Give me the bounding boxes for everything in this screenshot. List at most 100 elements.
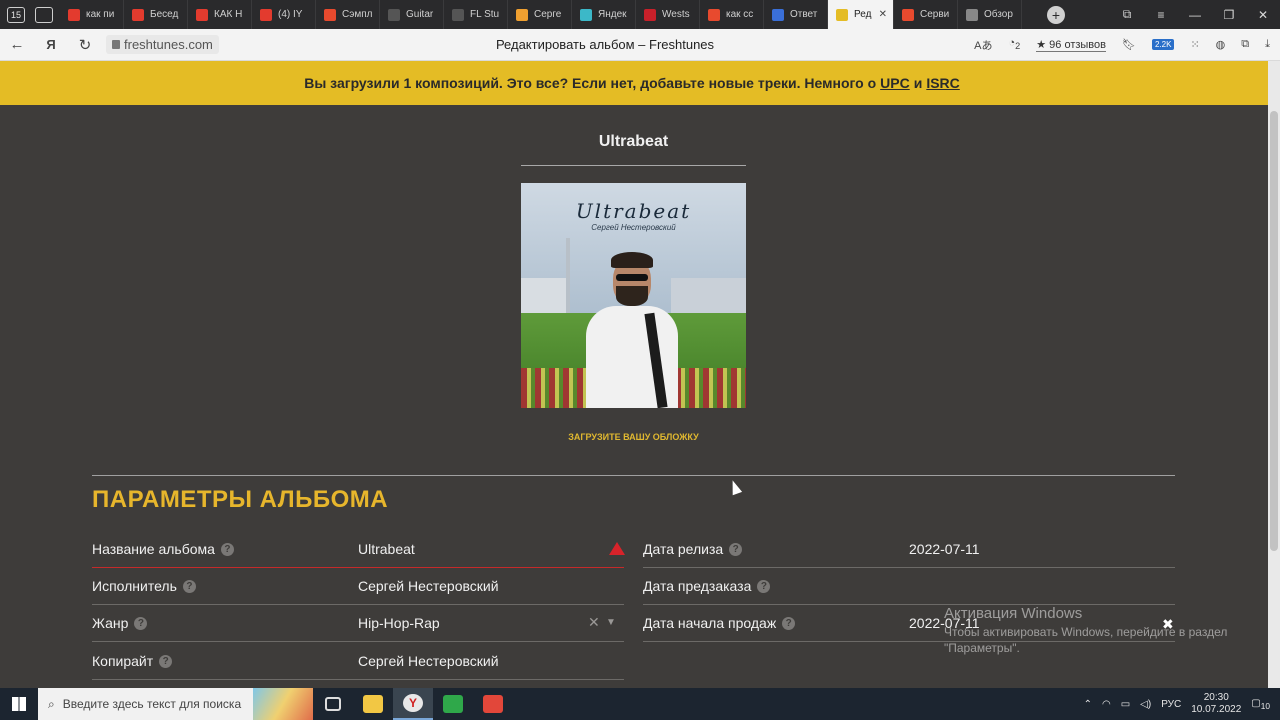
section-divider: [92, 475, 1175, 476]
help-icon[interactable]: ?: [159, 654, 173, 668]
album-name-label: Название альбома: [92, 541, 215, 557]
activation-body: Чтобы активировать Windows, перейдите в …: [944, 625, 1228, 655]
browser-tab[interactable]: Бесед: [124, 0, 188, 29]
windows-logo-icon: [12, 697, 26, 711]
close-tab-icon[interactable]: ✕: [879, 9, 887, 20]
browser-tab[interactable]: как сс: [700, 0, 764, 29]
browser-tab[interactable]: Серви: [894, 0, 958, 29]
reload-button[interactable]: ↻: [68, 36, 102, 54]
scrollbar-thumb[interactable]: [1270, 111, 1278, 551]
globe-icon[interactable]: ◍: [1216, 38, 1226, 51]
volume-icon[interactable]: ◁): [1140, 699, 1151, 710]
copyright-input[interactable]: Сергей Нестеровский: [358, 653, 499, 669]
browser-tab[interactable]: Обзор: [958, 0, 1022, 29]
close-icon[interactable]: ✖: [1162, 616, 1174, 633]
notifications-icon[interactable]: ▢10: [1251, 698, 1270, 711]
browser-tab[interactable]: Яндек: [572, 0, 636, 29]
camtasia-red-icon[interactable]: [473, 688, 513, 720]
album-cover-image[interactable]: Ultrabeat Сергей Нестеровский: [521, 183, 746, 408]
release-date-row: Дата релиза? 2022-07-11: [643, 531, 1175, 568]
download-icon[interactable]: ⤓: [1265, 38, 1270, 51]
tab-counter-button[interactable]: 15: [4, 4, 28, 26]
close-window-button[interactable]: ✕: [1246, 8, 1280, 22]
windows-activation-watermark: Активация Windows Чтобы активировать Win…: [944, 605, 1244, 656]
artist-input[interactable]: Сергей Нестеровский: [358, 578, 499, 594]
task-view-icon[interactable]: [313, 688, 353, 720]
help-icon[interactable]: ?: [134, 616, 148, 630]
tab-favicon-icon: [452, 8, 464, 21]
tab-favicon-icon: [902, 8, 914, 21]
taskbar-search[interactable]: ⌕ Введите здесь текст для поиска: [38, 688, 313, 720]
release-date-input[interactable]: 2022-07-11: [909, 541, 980, 557]
help-icon[interactable]: ?: [220, 542, 234, 556]
upload-cover-link[interactable]: ЗАГРУЗИТЕ ВАШУ ОБЛОЖКУ: [521, 432, 746, 442]
extension-icon[interactable]: ◔2: [1008, 37, 1020, 51]
url-field[interactable]: freshtunes.com: [106, 35, 219, 54]
language-indicator[interactable]: РУС: [1161, 699, 1181, 710]
tab-label: Яндек: [598, 9, 627, 20]
camtasia-green-icon[interactable]: [433, 688, 473, 720]
apps-grid-icon[interactable]: ⁙: [1190, 38, 1199, 51]
clear-icon[interactable]: ✕: [588, 614, 600, 631]
tab-label: Серви: [920, 9, 950, 20]
battery-icon[interactable]: ▭: [1121, 699, 1130, 710]
tabs-menu-icon[interactable]: ⧉: [1110, 7, 1144, 22]
genre-select[interactable]: Hip-Hop-Rap: [358, 615, 440, 631]
browser-tab[interactable]: Сэмпл: [316, 0, 380, 29]
help-icon[interactable]: ?: [757, 579, 771, 593]
browser-tab[interactable]: как пи: [60, 0, 124, 29]
help-icon[interactable]: ?: [782, 616, 796, 630]
tab-label: (4) IY: [278, 9, 303, 20]
yandex-logo-icon[interactable]: Я: [34, 37, 68, 52]
yandex-browser-icon[interactable]: Y: [393, 688, 433, 720]
help-icon[interactable]: ?: [729, 542, 743, 556]
tab-label: как пи: [86, 9, 115, 20]
browser-tab[interactable]: Ответ: [764, 0, 828, 29]
tab-favicon-icon: [388, 8, 400, 21]
translate-icon[interactable]: Aあ: [974, 37, 992, 53]
bookmark-icon[interactable]: 🔖︎: [1122, 38, 1136, 51]
tab-strip: как пи Бесед КАК Н (4) IY Сэмпл Guitar FL Stu С…: [60, 0, 1022, 29]
menu-icon[interactable]: ≡: [1144, 8, 1178, 22]
browser-tab[interactable]: Wests: [636, 0, 700, 29]
browser-tab[interactable]: (4) IY: [252, 0, 316, 29]
stats-extension-badge[interactable]: 2.2K: [1151, 39, 1175, 50]
chevron-up-icon[interactable]: ⌃: [1084, 699, 1092, 710]
isrc-link[interactable]: ISRC: [926, 75, 959, 91]
browser-tab[interactable]: Guitar: [380, 0, 444, 29]
extension-count: 2: [1015, 41, 1021, 52]
windows-taskbar: ⌕ Введите здесь текст для поиска Y ⌃ ◠ ▭…: [0, 688, 1280, 720]
tab-label: Сэмпл: [342, 9, 373, 20]
new-tab-group-icon[interactable]: [32, 4, 56, 26]
browser-tab[interactable]: FL Stu: [444, 0, 508, 29]
restore-button[interactable]: ❐: [1212, 8, 1246, 22]
new-tab-button[interactable]: +: [1038, 0, 1074, 29]
tracks-info-banner: Вы загрузили 1 композиций. Это все? Если…: [0, 61, 1268, 105]
help-icon[interactable]: ?: [182, 579, 196, 593]
upc-link[interactable]: UPC: [880, 75, 910, 91]
page-scrollbar[interactable]: [1268, 61, 1280, 688]
back-button[interactable]: ←: [0, 36, 34, 53]
clock-time: 20:30: [1203, 692, 1229, 703]
browser-tab[interactable]: Ред ✕: [828, 0, 894, 29]
browser-tab[interactable]: КАК Н: [188, 0, 252, 29]
file-explorer-icon[interactable]: [353, 688, 393, 720]
browser-tab-bar: 15 как пи Бесед КАК Н (4) IY Сэмпл Guitar FL S…: [0, 0, 1280, 29]
search-placeholder: Введите здесь текст для поиска: [62, 697, 242, 711]
reviews-link[interactable]: ★ 96 отзывов: [1036, 38, 1106, 52]
start-button[interactable]: [0, 688, 38, 720]
network-icon[interactable]: ◠: [1102, 699, 1111, 710]
address-bar: ← Я ↻ freshtunes.com Редактировать альбо…: [0, 29, 1280, 61]
collections-icon[interactable]: ⧉: [1241, 38, 1249, 51]
chevron-down-icon[interactable]: ▼: [606, 617, 616, 628]
cover-title-text: Ultrabeat: [575, 199, 692, 223]
album-name-input[interactable]: Ultrabeat: [358, 541, 415, 557]
mouse-cursor-icon: [727, 478, 743, 496]
browser-tab[interactable]: Серге: [508, 0, 572, 29]
tab-label: Wests: [662, 9, 690, 20]
preorder-date-row: Дата предзаказа?: [643, 568, 1175, 605]
genre-row: Жанр? Hip-Hop-Rap ✕ ▼: [92, 605, 624, 642]
minimize-button[interactable]: —: [1178, 8, 1212, 22]
clock[interactable]: 20:30 10.07.2022: [1191, 692, 1241, 716]
plus-icon: +: [1047, 5, 1065, 24]
